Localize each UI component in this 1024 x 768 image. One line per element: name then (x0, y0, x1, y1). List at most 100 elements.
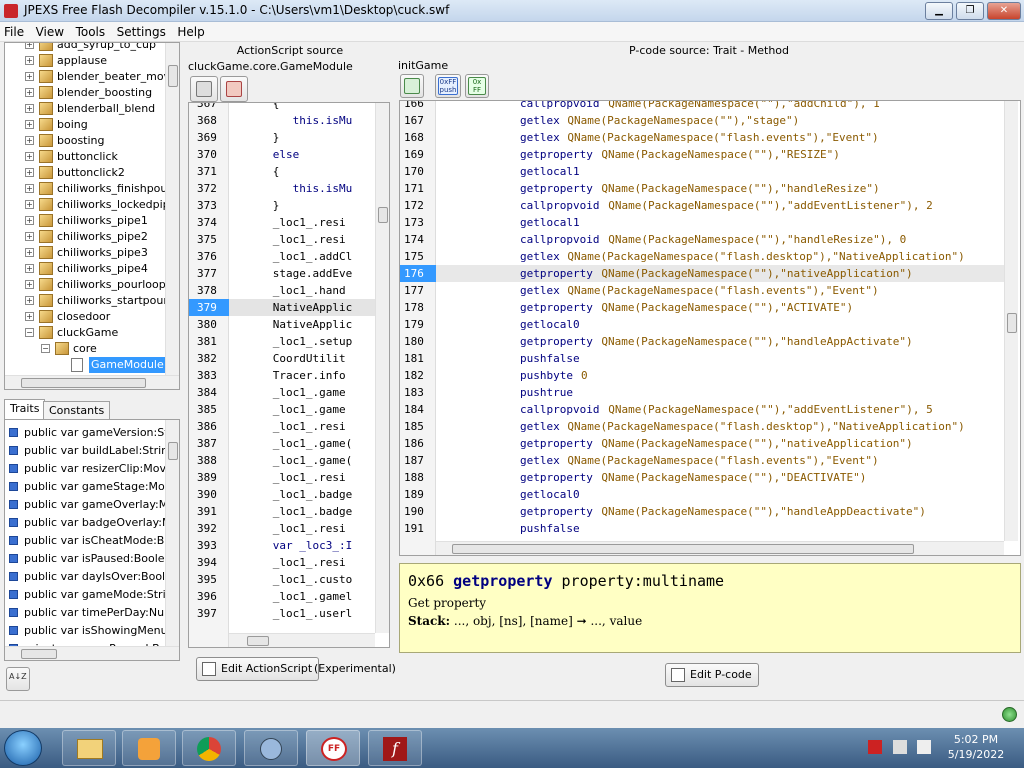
start-button[interactable] (4, 730, 42, 766)
actionscript-editor[interactable]: 367 {368 this.isMu 369 } 370 else 371 {372 … (188, 102, 390, 648)
clock-time[interactable]: 5:02 PM (946, 733, 1006, 746)
pcode-line[interactable]: 181 pushfalse (400, 350, 1004, 367)
pcode-line[interactable]: 179 getlocal0 (400, 316, 1004, 333)
expand-toggle-icon[interactable]: + (25, 104, 34, 113)
pcode-line[interactable]: 174 callpropvoid QName(PackageNamespace("… (400, 231, 1004, 248)
menu-settings[interactable]: Settings (113, 22, 170, 39)
pcode-line[interactable]: 183 pushtrue (400, 384, 1004, 401)
pcode-line[interactable]: 173 getlocal1 (400, 214, 1004, 231)
code-line[interactable]: 395 _loc1_.custo (189, 571, 375, 588)
expand-toggle-icon[interactable]: − (25, 328, 34, 337)
scroll-thumb[interactable] (21, 649, 57, 659)
expand-toggle-icon[interactable]: + (25, 152, 34, 161)
expand-toggle-icon[interactable]: + (25, 248, 34, 257)
code-line[interactable]: 397 _loc1_.userl (189, 605, 375, 622)
close-button[interactable]: ✕ (987, 2, 1021, 20)
pcode-line[interactable]: 188 getproperty QName(PackageNamespace(""… (400, 469, 1004, 486)
scroll-thumb[interactable] (168, 65, 178, 87)
expand-toggle-icon[interactable]: + (25, 56, 34, 65)
code-line[interactable]: 392 _loc1_.resi (189, 520, 375, 537)
code-line[interactable]: 384 _loc1_.game (189, 384, 375, 401)
code-line[interactable]: 368 this.isMu (189, 112, 375, 129)
maximize-button[interactable]: ❐ (956, 2, 984, 20)
code-line[interactable]: 391 _loc1_.badge (189, 503, 375, 520)
pcode-line[interactable]: 166 callpropvoid QName(PackageNamespace("… (400, 101, 1004, 112)
code-line[interactable]: 376 _loc1_.addCl (189, 248, 375, 265)
trait-item[interactable]: public var isShowingMenu:Bo (9, 622, 179, 640)
pcode-line[interactable]: 178 getproperty QName(PackageNamespace(""… (400, 299, 1004, 316)
scroll-thumb[interactable] (452, 544, 914, 554)
pcode-line[interactable]: 167 getlex QName(PackageNamespace(""),"st… (400, 112, 1004, 129)
pcode-vertical-scrollbar[interactable] (1004, 101, 1018, 541)
expand-toggle-icon[interactable]: + (25, 72, 34, 81)
code-line[interactable]: 370 else (189, 146, 375, 163)
pcode-line[interactable]: 186 getproperty QName(PackageNamespace(""… (400, 435, 1004, 452)
traits-list[interactable]: public var gameVersion:Strir public var b… (4, 419, 180, 661)
pcode-line[interactable]: 185 getlex QName(PackageNamespace("flash.… (400, 418, 1004, 435)
pcode-line[interactable]: 172 callpropvoid QName(PackageNamespace("… (400, 197, 1004, 214)
expand-toggle-icon[interactable]: + (25, 312, 34, 321)
tab-constants[interactable]: Constants (43, 401, 111, 419)
as-vertical-scrollbar[interactable] (375, 103, 389, 633)
expand-toggle-icon[interactable]: + (25, 200, 34, 209)
code-line[interactable]: 381 _loc1_.setup (189, 333, 375, 350)
code-line[interactable]: 382 CoordUtilit (189, 350, 375, 367)
tab-traits[interactable]: Traits (4, 399, 46, 419)
pcode-editor[interactable]: 166 callpropvoid QName(PackageNamespace("… (399, 100, 1021, 556)
scroll-thumb[interactable] (378, 207, 388, 223)
expand-toggle-icon[interactable]: + (25, 264, 34, 273)
tree-vertical-scrollbar[interactable] (165, 43, 179, 375)
menu-help[interactable]: Help (173, 22, 208, 39)
code-line[interactable]: 387 _loc1_.game( (189, 435, 375, 452)
scroll-thumb[interactable] (168, 442, 178, 460)
resource-tree[interactable]: + add_syrup_to_cup + applause + blender_beate… (4, 42, 180, 390)
code-line[interactable]: 369 } (189, 129, 375, 146)
code-line[interactable]: 386 _loc1_.resi (189, 418, 375, 435)
code-line[interactable]: 371 { (189, 163, 375, 180)
taskbar-installer[interactable] (244, 730, 298, 766)
code-line[interactable]: 390 _loc1_.badge (189, 486, 375, 503)
pcode-line[interactable]: 182 pushbyte 0 (400, 367, 1004, 384)
as-settings-button[interactable] (220, 76, 248, 102)
expand-toggle-icon[interactable]: + (25, 168, 34, 177)
code-line[interactable]: 373 } (189, 197, 375, 214)
edit-pcode-button[interactable]: Edit P-code (665, 663, 759, 687)
pcode-line[interactable]: 177 getlex QName(PackageNamespace("flash.… (400, 282, 1004, 299)
pcode-hex-button[interactable]: 0x FF (465, 74, 489, 98)
scroll-thumb[interactable] (247, 636, 269, 646)
edit-actionscript-button[interactable]: Edit ActionScript (196, 657, 320, 681)
pcode-line[interactable]: 169 getproperty QName(PackageNamespace(""… (400, 146, 1004, 163)
pcode-line[interactable]: 170 getlocal1 (400, 163, 1004, 180)
pcode-horizontal-scrollbar[interactable] (436, 541, 1004, 555)
expand-toggle-icon[interactable]: + (25, 216, 34, 225)
tray-network-icon[interactable] (893, 740, 907, 754)
tree-horizontal-scrollbar[interactable] (5, 375, 179, 389)
code-line[interactable]: 379 NativeApplic (189, 299, 375, 316)
traits-horizontal-scrollbar[interactable] (5, 646, 179, 660)
trait-item[interactable]: public var buildLabel:String (9, 442, 175, 460)
menu-tools[interactable]: Tools (72, 22, 110, 39)
trait-item[interactable]: public var isPaused:Boolean (9, 550, 178, 568)
clock-date[interactable]: 5/19/2022 (946, 748, 1006, 761)
expand-toggle-icon[interactable]: + (25, 120, 34, 129)
as-deobfuscate-button[interactable] (190, 76, 218, 102)
taskbar-explorer[interactable] (62, 730, 116, 766)
menu-view[interactable]: View (32, 22, 68, 39)
minimize-button[interactable]: ▁ (925, 2, 953, 20)
code-line[interactable]: 378 _loc1_.hand (189, 282, 375, 299)
taskbar-ffdec[interactable]: FF (306, 730, 360, 766)
pcode-line[interactable]: 175 getlex QName(PackageNamespace("flash.… (400, 248, 1004, 265)
expand-toggle-icon[interactable]: + (25, 232, 34, 241)
taskbar-flash-player[interactable]: f (368, 730, 422, 766)
pcode-hex-push-button[interactable]: 0xFF push (435, 74, 461, 98)
code-line[interactable]: 388 _loc1_.game( (189, 452, 375, 469)
trait-item[interactable]: public var timePerDay:Numb (9, 604, 179, 622)
expand-toggle-icon[interactable]: + (25, 296, 34, 305)
expand-toggle-icon[interactable]: + (25, 88, 34, 97)
tray-network-error-icon[interactable] (868, 740, 882, 754)
expand-toggle-icon[interactable]: − (41, 344, 50, 353)
taskbar-media-player[interactable] (122, 730, 176, 766)
trait-item[interactable]: public var gameVersion:Strir (9, 424, 179, 442)
code-line[interactable]: 393 var _loc3_:I (189, 537, 375, 554)
code-line[interactable]: 389 _loc1_.resi (189, 469, 375, 486)
